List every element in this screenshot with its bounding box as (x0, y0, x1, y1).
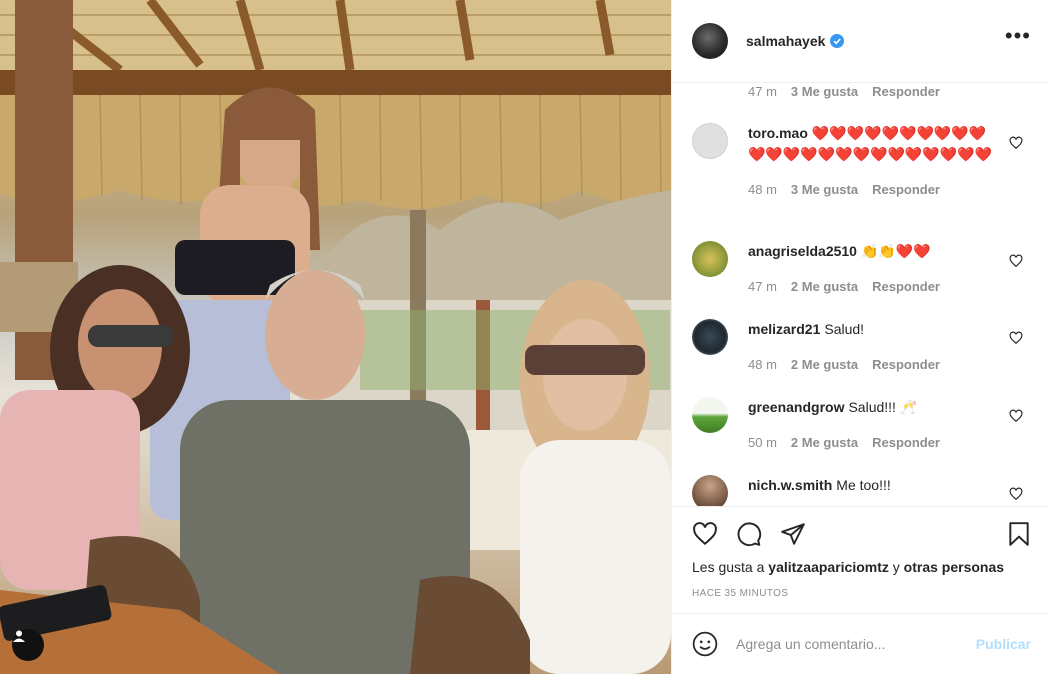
comment-icon[interactable] (736, 521, 762, 547)
comment-likes[interactable]: 3 Me gusta (791, 179, 858, 200)
commenter-username[interactable]: nich.w.smith (748, 477, 832, 493)
comment-item: nich.w.smith Me too!!! (692, 475, 1037, 506)
likes-prefix: Les gusta a (692, 559, 765, 575)
user-tag-icon[interactable] (12, 629, 44, 661)
comment-heart-icon[interactable] (1009, 254, 1023, 268)
comment-text: Salud!!! 🥂 (848, 399, 918, 415)
comment-item: greenandgrow Salud!!! 🥂 50 m 2 Me gusta R… (692, 397, 1037, 453)
comment-text: Me too!!! (836, 477, 891, 493)
liker-username[interactable]: yalitzaapariciomtz (768, 559, 889, 575)
commenter-username[interactable]: melizard21 (748, 321, 820, 337)
verified-badge-icon (830, 34, 845, 48)
comment-likes[interactable]: 2 Me gusta (791, 276, 858, 297)
comment-likes[interactable]: 2 Me gusta (791, 354, 858, 375)
comment-time: 50 m (748, 435, 777, 450)
more-options-button[interactable]: ••• (1005, 25, 1031, 51)
comment-meta: 47 m 2 Me gusta Responder (748, 276, 998, 297)
comment-text: Salud! (824, 321, 865, 337)
reply-button[interactable]: Responder (872, 179, 940, 200)
commenter-avatar[interactable] (692, 241, 728, 277)
smiley-icon[interactable] (692, 631, 718, 657)
commenter-username[interactable]: anagriselda2510 (748, 243, 857, 259)
comment-time: 47 m (748, 279, 777, 294)
likes-summary: Les gusta a yalitzaapariciomtz y otras p… (692, 559, 1004, 575)
comment-item: melizard21 Salud! 48 m 2 Me gusta Respond… (692, 319, 1037, 375)
commenter-avatar[interactable] (692, 319, 728, 355)
comment-meta: 48 m 3 Me gusta Responder (748, 179, 998, 200)
post-photo[interactable] (0, 0, 671, 674)
post-actions: Les gusta a yalitzaapariciomtz y otras p… (672, 506, 1048, 613)
reply-button[interactable]: Responder (872, 354, 940, 375)
paper-plane-icon[interactable] (780, 521, 806, 547)
post-sidebar: salmahayek ••• 47 m 3 Me gusta Responder… (671, 0, 1048, 674)
comment-item: toro.mao ❤️❤️❤️❤️❤️❤️❤️❤️❤️❤️❤️❤️❤️❤️❤️❤️… (692, 123, 1037, 200)
reply-button[interactable]: Responder (872, 276, 940, 297)
comment-time: 48 m (748, 182, 777, 197)
post-header: salmahayek ••• (672, 0, 1048, 83)
comment-text: 👏👏❤️❤️ (860, 243, 931, 259)
comment-time: 48 m (748, 357, 777, 372)
commenter-avatar[interactable] (692, 397, 728, 433)
comment-heart-icon[interactable] (1009, 331, 1023, 345)
reply-button[interactable]: Responder (872, 84, 940, 99)
comment-input[interactable] (736, 636, 956, 652)
comment-time: 47 m (748, 84, 777, 99)
post-timestamp[interactable]: HACE 35 MINUTOS (692, 588, 788, 599)
comment-likes[interactable]: 3 Me gusta (791, 84, 858, 99)
bookmark-icon[interactable] (1006, 521, 1032, 547)
likes-joiner: y (892, 559, 900, 575)
comment-heart-icon[interactable] (1009, 136, 1023, 150)
author-avatar[interactable] (692, 23, 728, 59)
author-username[interactable]: salmahayek (746, 33, 825, 49)
commenter-avatar[interactable] (692, 475, 728, 506)
comment-heart-icon[interactable] (1009, 487, 1023, 501)
commenter-avatar[interactable] (692, 123, 728, 159)
other-likers-link[interactable]: otras personas (904, 559, 1004, 575)
comments-list: 47 m 3 Me gusta Responder toro.mao ❤️❤️❤️… (672, 83, 1048, 506)
comment-heart-icon[interactable] (1009, 409, 1023, 423)
reply-button[interactable]: Responder (872, 432, 940, 453)
commenter-username[interactable]: toro.mao (748, 125, 808, 141)
commenter-username[interactable]: greenandgrow (748, 399, 844, 415)
previous-comment-meta: 47 m 3 Me gusta Responder (748, 84, 940, 99)
comment-item: anagriselda2510 👏👏❤️❤️ 47 m 2 Me gusta Re… (692, 241, 1037, 297)
heart-icon[interactable] (692, 521, 718, 547)
comment-likes[interactable]: 2 Me gusta (791, 432, 858, 453)
photo-illustration (0, 0, 671, 674)
post-comment-button[interactable]: Publicar (976, 636, 1031, 652)
comment-meta: 50 m 2 Me gusta Responder (748, 432, 998, 453)
comment-meta: 48 m 2 Me gusta Responder (748, 354, 998, 375)
add-comment-bar: Publicar (672, 613, 1048, 674)
